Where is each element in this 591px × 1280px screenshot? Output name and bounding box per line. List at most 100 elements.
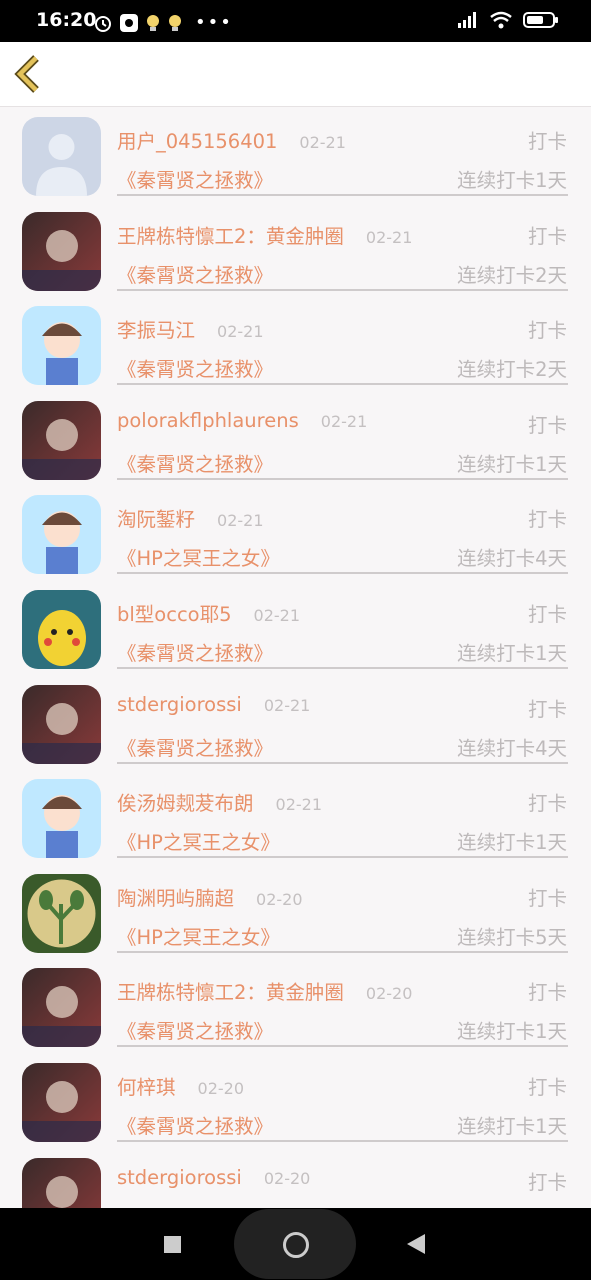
avatar[interactable] xyxy=(22,779,101,859)
list-item[interactable]: 淘阮錾籽 02-21 打卡《HP之冥王之女》 连续打卡4天 xyxy=(0,485,591,580)
list-item[interactable]: 王牌栋特懔工2：黄金肿圈 02-21 打卡 《秦霄贤之拯救》 连续打卡2天 xyxy=(0,202,591,297)
checkin-label: 打卡 xyxy=(527,792,567,816)
streak-count: 连续打卡5天 xyxy=(457,925,567,949)
status-notification-icons: ••• xyxy=(93,12,233,33)
divider xyxy=(117,383,568,386)
streak-count: 连续打卡1天 xyxy=(457,831,567,855)
user-name[interactable]: 陶渊明屿腩超 02-20 xyxy=(117,882,303,911)
streak-count: 连续打卡1天 xyxy=(457,641,567,665)
user-name[interactable]: bl型occo耶5 02-21 xyxy=(117,598,300,627)
checkin-label: 打卡 xyxy=(527,130,567,153)
checkin-label: 打卡 xyxy=(527,602,567,626)
checkin-date: 02-21 xyxy=(263,695,311,715)
list-item[interactable]: bl型occo耶5 02-21 打卡《秦霄贤之拯救》 连续打卡1天 xyxy=(0,580,591,675)
streak-count: 连续打卡4天 xyxy=(457,547,567,571)
system-nav-bar xyxy=(0,1208,591,1280)
checkin-date: 02-21 xyxy=(217,322,264,342)
list-item[interactable]: 用户_045156401 02-21 打卡《秦霄贤之拯救》 连续打卡1天 xyxy=(0,107,591,202)
checkin-label: 打卡 xyxy=(527,224,567,248)
checkin-date: 02-21 xyxy=(299,133,346,152)
user-name-text: stdergiorossi xyxy=(117,692,242,716)
top-header xyxy=(0,42,591,107)
list-item[interactable]: stdergiorossi 02-21 打卡 《秦霄贤之拯救》 连续打卡4天 xyxy=(0,675,591,770)
user-name-text: stdergiorossi xyxy=(117,1165,242,1189)
wifi-icon xyxy=(490,11,512,29)
user-name[interactable]: 俟汤姆觌茇布朗 02-21 xyxy=(117,787,322,816)
avatar[interactable] xyxy=(22,968,101,1048)
list-item[interactable]: polorakflphlaurens 02-21 打卡 《秦霄贤之拯救》 连续打卡1天 xyxy=(0,391,591,486)
chevron-left-icon xyxy=(14,55,39,93)
bulb-icon xyxy=(169,14,181,31)
avatar[interactable] xyxy=(22,873,101,953)
user-name[interactable]: stdergiorossi 02-21 xyxy=(117,693,310,716)
user-name[interactable]: 何梓琪 02-20 xyxy=(117,1071,244,1100)
avatar[interactable] xyxy=(22,1062,101,1142)
checkin-date: 02-21 xyxy=(365,227,413,247)
user-name[interactable]: 用户_045156401 02-21 xyxy=(117,125,346,154)
home-icon xyxy=(283,1232,309,1258)
checkin-date: 02-20 xyxy=(263,1168,311,1188)
avatar[interactable] xyxy=(22,400,101,480)
checkin-label: 打卡 xyxy=(527,413,567,437)
user-name[interactable]: polorakflphlaurens 02-21 xyxy=(117,409,367,432)
bulb-icon xyxy=(147,14,159,31)
recent-apps-button[interactable] xyxy=(164,1236,181,1253)
checkin-label: 打卡 xyxy=(527,1075,567,1099)
user-name-text: 王牌栋特懔工2：黄金肿圈 xyxy=(117,224,344,248)
streak-count: 连续打卡1天 xyxy=(457,169,567,192)
book-title[interactable]: 《秦霄贤之拯救》 xyxy=(117,448,273,477)
avatar[interactable] xyxy=(22,589,101,669)
divider xyxy=(117,572,568,575)
avatar[interactable] xyxy=(22,211,101,291)
list-item[interactable]: 李振马江 02-21 打卡《秦霄贤之拯救》 连续打卡2天 xyxy=(0,296,591,391)
book-title[interactable]: 《HP之冥王之女》 xyxy=(117,921,280,950)
user-name[interactable]: 淘阮錾籽 02-21 xyxy=(117,503,264,532)
avatar[interactable] xyxy=(22,1157,101,1208)
user-name-text: 李振马江 xyxy=(117,319,196,343)
avatar[interactable] xyxy=(22,684,101,764)
checkin-label: 打卡 xyxy=(527,319,567,343)
book-title[interactable]: 《秦霄贤之拯救》 xyxy=(117,259,273,288)
user-name[interactable]: 王牌栋特懔工2：黄金肿圈 02-21 xyxy=(117,220,412,249)
user-name[interactable]: 李振马江 02-21 xyxy=(117,314,264,343)
checkin-date: 02-20 xyxy=(256,889,303,909)
more-notifications-icon: ••• xyxy=(195,12,233,33)
book-title[interactable]: 《秦霄贤之拯救》 xyxy=(117,1110,273,1139)
list-item[interactable]: 王牌栋特懔工2：黄金肿圈 02-20 打卡 《秦霄贤之拯救》 连续打卡1天 xyxy=(0,958,591,1053)
home-button[interactable] xyxy=(234,1209,356,1279)
checkin-list[interactable]: 用户_045156401 02-21 打卡 《秦霄贤之拯救》 连续打卡1天 王牌栋特懔工2… xyxy=(0,107,591,1208)
status-time: 16:20 xyxy=(36,9,97,31)
divider xyxy=(117,1045,568,1048)
divider xyxy=(117,194,568,196)
list-item[interactable]: 俟汤姆觌茇布朗 02-21 打卡《HP之冥王之女》 连续打卡1天 xyxy=(0,769,591,864)
book-title[interactable]: 《秦霄贤之拯救》 xyxy=(117,164,273,193)
user-name-text: 用户_045156401 xyxy=(117,130,278,153)
streak-count: 连续打卡2天 xyxy=(457,358,567,382)
book-title[interactable]: 《HP之冥王之女》 xyxy=(117,826,280,855)
user-name-text: 淘阮錾籽 xyxy=(117,508,196,532)
battery-icon xyxy=(523,12,558,28)
avatar[interactable] xyxy=(22,495,101,575)
book-title[interactable]: 《秦霄贤之拯救》 xyxy=(117,732,273,761)
divider xyxy=(117,477,568,480)
user-name[interactable]: 王牌栋特懔工2：黄金肿圈 02-20 xyxy=(117,976,412,1005)
nav-back-button[interactable] xyxy=(407,1234,425,1254)
back-button[interactable] xyxy=(14,54,44,94)
list-item[interactable]: stdergiorossi02-20打卡《秦霄贤之拯救》连续打卡2天 xyxy=(0,1148,591,1208)
avatar[interactable] xyxy=(22,306,101,386)
checkin-label: 打卡 xyxy=(527,508,567,532)
checkin-label: 打卡 xyxy=(527,1170,567,1194)
checkin-label: 打卡 xyxy=(527,981,567,1005)
user-name[interactable]: stdergiorossi 02-20 xyxy=(117,1166,310,1189)
book-title[interactable]: 《秦霄贤之拯救》 xyxy=(117,637,273,666)
list-item[interactable]: 何梓琪 02-20 打卡 《秦霄贤之拯救》 连续打卡1天 xyxy=(0,1053,591,1148)
checkin-date: 02-20 xyxy=(365,984,413,1004)
book-title[interactable]: 《秦霄贤之拯救》 xyxy=(117,1015,273,1044)
screen-record-icon xyxy=(120,13,138,32)
book-title[interactable]: 《秦霄贤之拯救》 xyxy=(117,353,273,382)
list-item[interactable]: 陶渊明屿腩超 02-20 打卡 《HP之冥王之女》 连续打卡5天 xyxy=(0,864,591,959)
user-name-text: bl型occo耶5 xyxy=(117,602,232,626)
book-title[interactable]: 《HP之冥王之女》 xyxy=(117,542,280,571)
status-system-icons xyxy=(457,11,559,29)
avatar[interactable] xyxy=(22,117,101,196)
